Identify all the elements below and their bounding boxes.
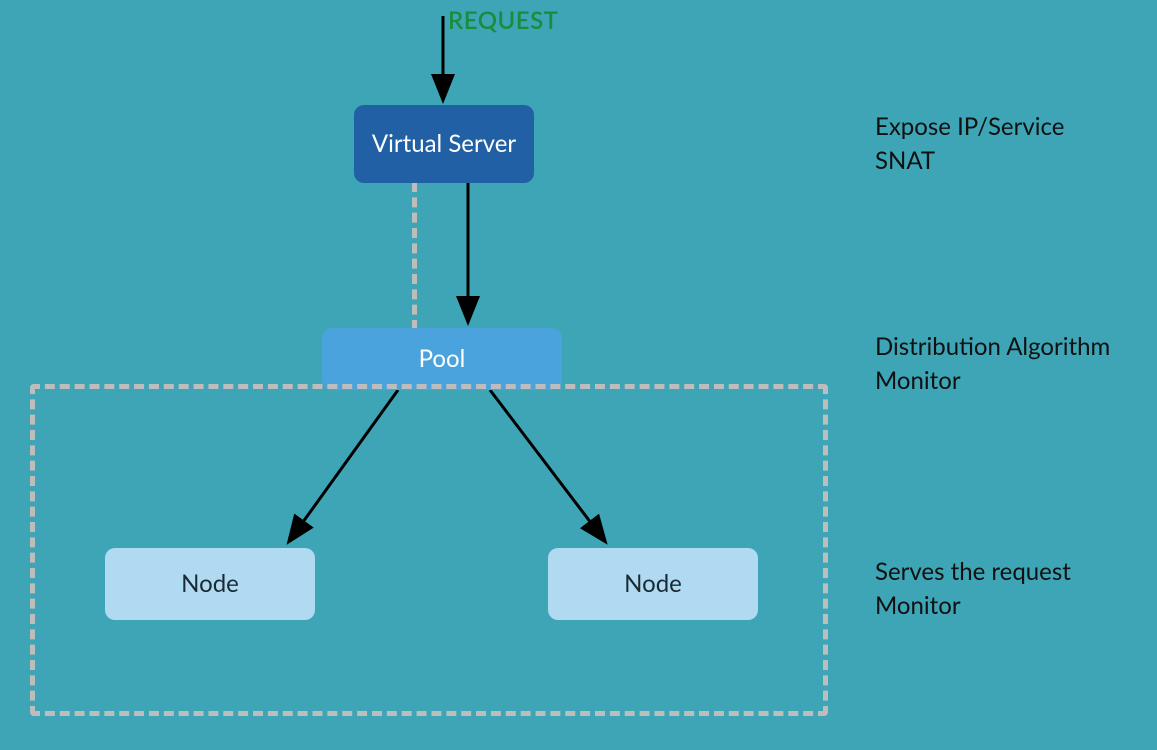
node-right-label: Node bbox=[624, 569, 682, 599]
virtual-server-label: Virtual Server bbox=[372, 129, 516, 159]
annotation-virtual-server: Expose IP/Service SNAT bbox=[875, 110, 1064, 177]
annotation-line: Serves the request bbox=[875, 555, 1071, 589]
request-label: REQUEST bbox=[448, 6, 558, 35]
annotation-line: Monitor bbox=[875, 364, 1110, 398]
annotation-node: Serves the request Monitor bbox=[875, 555, 1071, 622]
annotation-pool: Distribution Algorithm Monitor bbox=[875, 330, 1110, 397]
annotation-line: Monitor bbox=[875, 589, 1071, 623]
annotation-line: Distribution Algorithm bbox=[875, 330, 1110, 364]
pool-box: Pool bbox=[322, 328, 562, 390]
node-left-label: Node bbox=[181, 569, 239, 599]
annotation-line: SNAT bbox=[875, 144, 1064, 178]
load-balancer-diagram: REQUEST Virtual Server Pool Node Node Ex… bbox=[0, 0, 1157, 750]
dashed-link-vs-pool bbox=[412, 182, 417, 330]
virtual-server-box: Virtual Server bbox=[354, 105, 534, 183]
node-box-right: Node bbox=[548, 548, 758, 620]
node-box-left: Node bbox=[105, 548, 315, 620]
pool-label: Pool bbox=[419, 344, 466, 374]
annotation-line: Expose IP/Service bbox=[875, 110, 1064, 144]
